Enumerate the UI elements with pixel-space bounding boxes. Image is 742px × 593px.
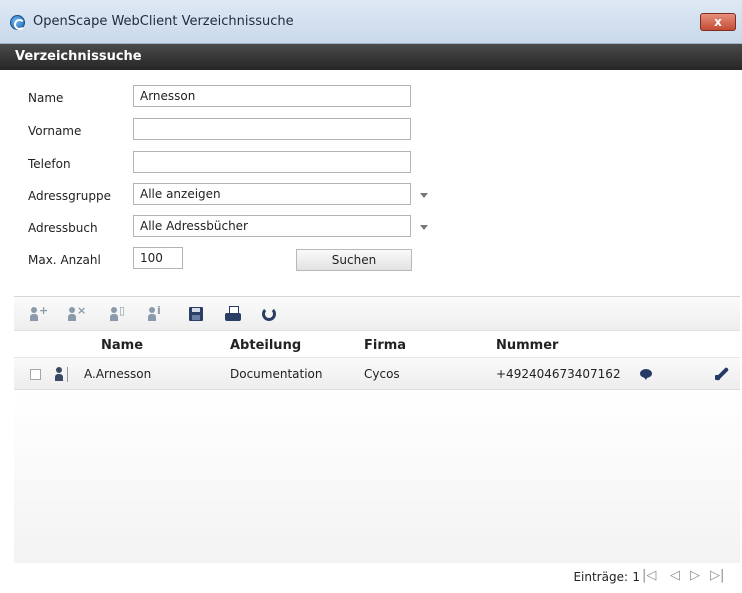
panel-header: Verzeichnissuche [0,44,742,70]
edit-contact-icon[interactable]: ▯ [108,304,128,323]
save-icon[interactable] [187,305,207,323]
vorname-label: Vorname [28,124,82,138]
refresh-icon[interactable] [260,305,280,323]
telefon-label: Telefon [28,157,71,171]
adressbuch-chevron-down-icon[interactable] [420,225,428,230]
panel-title: Verzeichnissuche [15,49,142,64]
cell-abteilung: Documentation [230,367,323,381]
cell-name: A.Arnesson [84,367,152,381]
prev-page-icon[interactable]: ◁ [670,568,680,583]
cell-nummer: +492404673407162 [496,367,621,381]
row-select-checkbox[interactable] [30,369,41,380]
column-header-name[interactable]: Name [101,338,143,353]
phone-call-icon[interactable] [714,367,728,381]
window-close-button[interactable]: x [700,13,736,31]
table-footer: Einträge: 1 |◁ ◁ ▷ ▷| [14,563,740,591]
entries-label: Einträge: [573,570,628,584]
next-page-icon[interactable]: ▷ [690,568,700,583]
search-button[interactable]: Suchen [296,249,412,271]
window-title: OpenScape WebClient Verzeichnissuche [33,14,294,29]
max-anzahl-label: Max. Anzahl [28,253,101,267]
max-anzahl-input[interactable] [133,247,183,269]
name-input[interactable] [133,85,411,107]
remove-contact-icon[interactable]: × [66,304,86,323]
telefon-input[interactable] [133,151,411,173]
column-header-nummer[interactable]: Nummer [496,338,558,353]
cell-firma: Cycos [364,367,400,381]
entries-count: 1 [632,570,640,584]
name-label: Name [28,91,64,105]
contact-person-icon [54,367,68,382]
table-empty-area [14,390,740,563]
adressbuch-label: Adressbuch [28,221,98,235]
table-header: Name Abteilung Firma Nummer [14,330,740,358]
adressgruppe-label: Adressgruppe [28,189,111,203]
contact-info-icon[interactable]: i [146,304,166,323]
table-row[interactable]: A.Arnesson Documentation Cycos +49240467… [14,358,740,390]
column-header-firma[interactable]: Firma [364,338,406,353]
add-contact-icon[interactable]: + [28,304,48,323]
column-header-abteilung[interactable]: Abteilung [230,338,301,353]
openscape-logo-icon [10,15,25,30]
last-page-icon[interactable]: ▷| [710,568,724,583]
adressgruppe-select[interactable]: Alle anzeigen [133,183,411,205]
first-page-icon[interactable]: |◁ [642,568,656,583]
chat-bubble-icon[interactable] [640,369,652,380]
vorname-input[interactable] [133,118,411,140]
toolbar: + × ▯ i [14,296,740,330]
window-title-bar: OpenScape WebClient Verzeichnissuche x [0,0,742,44]
adressbuch-select[interactable]: Alle Adressbücher [133,215,411,237]
adressgruppe-chevron-down-icon[interactable] [420,193,428,198]
print-icon[interactable] [224,305,244,323]
